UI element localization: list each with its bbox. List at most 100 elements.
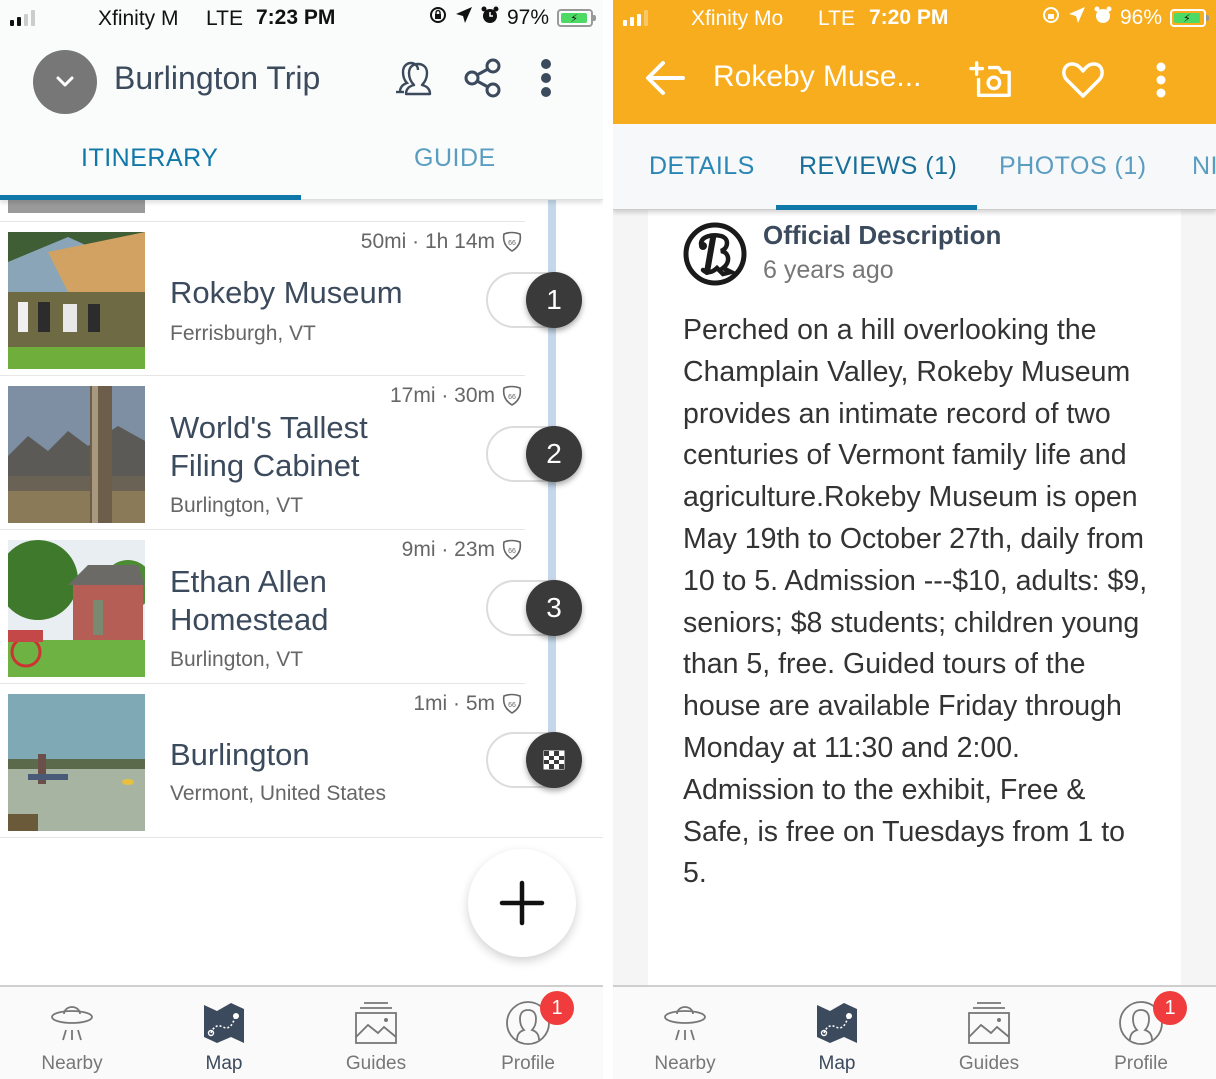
- review-card: Official Description 6 years ago Perched…: [648, 210, 1181, 985]
- review-text: Perched on a hill overlooking the Champl…: [683, 314, 1148, 890]
- location-arrow-icon: [1068, 6, 1086, 30]
- alarm-icon: [481, 6, 499, 30]
- collapse-button[interactable]: [33, 50, 97, 114]
- more-options-button[interactable]: [1139, 58, 1183, 102]
- nav-profile[interactable]: 1 Profile: [468, 991, 588, 1075]
- itinerary-item[interactable]: 1mi · 5m 66 Burlington Vermont, United S…: [0, 684, 603, 838]
- nav-nearby[interactable]: Nearby: [625, 997, 745, 1075]
- collaborators-icon: [396, 61, 432, 96]
- nav-label: Profile: [1114, 1053, 1168, 1074]
- clock: 7:20 PM: [869, 6, 949, 29]
- nav-map[interactable]: Map: [777, 997, 897, 1075]
- place-name: World's Tallest Filing Cabinet: [170, 410, 368, 483]
- rotation-lock-icon: [1042, 6, 1060, 30]
- stop-order-toggle[interactable]: 3: [486, 580, 582, 636]
- signal-strength-icon: [10, 10, 35, 26]
- guides-icon: [355, 1002, 397, 1044]
- share-button[interactable]: [462, 56, 506, 100]
- trip-title: Burlington Trip: [114, 60, 321, 96]
- stop-number-badge: 1: [526, 272, 582, 328]
- collaborators-button[interactable]: [392, 56, 436, 100]
- active-tab-indicator: [0, 195, 301, 200]
- carrier-name: Xfinity Mo: [691, 7, 784, 30]
- checkered-flag-icon: [543, 750, 565, 770]
- place-title: Rokeby Muse...: [713, 60, 922, 93]
- nav-profile[interactable]: 1 Profile: [1081, 991, 1201, 1075]
- location-arrow-icon: [455, 6, 473, 30]
- tab-nearby-partial[interactable]: NI: [1192, 152, 1216, 181]
- map-icon: [204, 1003, 244, 1043]
- place-tabs: DETAILS REVIEWS (1) PHOTOS (1) NI: [613, 124, 1216, 210]
- battery-charging-icon: ⚡: [557, 9, 596, 27]
- highway-shield-icon: 66: [502, 693, 522, 714]
- add-photo-button[interactable]: [969, 58, 1013, 102]
- travel-distance: 17mi · 30m 66: [390, 384, 523, 408]
- tab-details[interactable]: DETAILS: [649, 152, 755, 181]
- stop-order-toggle[interactable]: 2: [486, 426, 582, 482]
- tab-reviews[interactable]: REVIEWS (1): [799, 152, 957, 181]
- svg-text:66: 66: [508, 702, 516, 709]
- author-avatar: [683, 222, 747, 286]
- svg-text:66: 66: [508, 394, 516, 401]
- place-location: Vermont, United States: [170, 782, 386, 805]
- battery-charging-icon: ⚡: [1170, 9, 1209, 27]
- status-bar: Xfinity Mo LTE 7:20 PM 96% ⚡: [613, 0, 1216, 40]
- nav-guides[interactable]: Guides: [929, 997, 1049, 1075]
- burlington-photo: [8, 694, 145, 831]
- filing-cabinet-photo: [8, 386, 145, 523]
- rotation-lock-icon: [429, 6, 447, 30]
- tab-photos[interactable]: PHOTOS (1): [999, 152, 1147, 181]
- place-location: Burlington, VT: [170, 648, 304, 671]
- add-place-button[interactable]: [468, 849, 576, 957]
- previous-item-thumbnail: [8, 200, 145, 213]
- tab-itinerary[interactable]: ITINERARY: [81, 144, 218, 173]
- map-icon: [817, 1003, 857, 1043]
- stop-number-badge: 3: [526, 580, 582, 636]
- nav-label: Nearby: [654, 1053, 716, 1074]
- ufo-icon: [664, 1006, 706, 1041]
- chevron-down-icon: [56, 76, 74, 87]
- place-name: Rokeby Museum: [170, 275, 403, 310]
- tab-guide[interactable]: GUIDE: [414, 144, 496, 173]
- more-options-button[interactable]: [524, 56, 568, 100]
- nav-nearby[interactable]: Nearby: [12, 997, 132, 1075]
- battery-percent: 97%: [506, 6, 549, 29]
- carrier-name: Xfinity M: [98, 7, 179, 30]
- nav-guides[interactable]: Guides: [316, 997, 436, 1075]
- stop-order-toggle[interactable]: [486, 732, 582, 788]
- stop-number-badge: 2: [526, 426, 582, 482]
- nav-label: Nearby: [41, 1053, 103, 1074]
- plus-icon: [499, 880, 545, 926]
- place-name: Ethan Allen Homestead: [170, 564, 329, 637]
- review-time: 6 years ago: [763, 256, 894, 284]
- highway-shield-icon: 66: [502, 539, 522, 560]
- place-location: Ferrisburgh, VT: [170, 322, 316, 345]
- place-name: Burlington: [170, 737, 310, 772]
- favorite-button[interactable]: [1061, 58, 1105, 102]
- itinerary-item[interactable]: 9mi · 23m 66 Ethan Allen Homestead Burli…: [0, 530, 603, 684]
- guides-icon: [968, 1002, 1010, 1044]
- network-type: LTE: [206, 7, 243, 30]
- nav-label: Profile: [501, 1053, 555, 1074]
- review-author: Official Description: [763, 220, 1002, 250]
- add-photo-icon: [969, 61, 1011, 97]
- trip-header: Burlington Trip: [0, 40, 603, 122]
- stop-order-toggle[interactable]: 1: [486, 272, 582, 328]
- itinerary-item[interactable]: 17mi · 30m 66 World's Tallest Filing Cab…: [0, 376, 603, 530]
- itinerary-item[interactable]: 50mi · 1h 14m 66 Rokeby Museum Ferrisbur…: [0, 222, 603, 376]
- back-button[interactable]: [643, 58, 687, 103]
- ethan-allen-homestead-photo: [8, 540, 145, 677]
- status-bar: Xfinity M LTE 7:23 PM 97% ⚡: [0, 0, 603, 40]
- highway-shield-icon: 66: [502, 231, 522, 252]
- ufo-icon: [51, 1006, 93, 1041]
- nav-label: Guides: [958, 1053, 1020, 1074]
- heart-icon: [1062, 62, 1104, 98]
- nav-label: Map: [818, 1053, 856, 1074]
- nav-map[interactable]: Map: [164, 997, 284, 1075]
- more-vertical-icon: [1156, 62, 1166, 98]
- trip-itinerary-screen: Xfinity M LTE 7:23 PM 97% ⚡ Burlington T…: [0, 0, 603, 1079]
- back-arrow-icon: [646, 61, 685, 95]
- place-reviews-screen: Xfinity Mo LTE 7:20 PM 96% ⚡ Rokeby Muse…: [613, 0, 1216, 1079]
- network-type: LTE: [818, 7, 855, 30]
- bottom-navigation: Nearby Map Guides 1 Profile: [0, 985, 603, 1079]
